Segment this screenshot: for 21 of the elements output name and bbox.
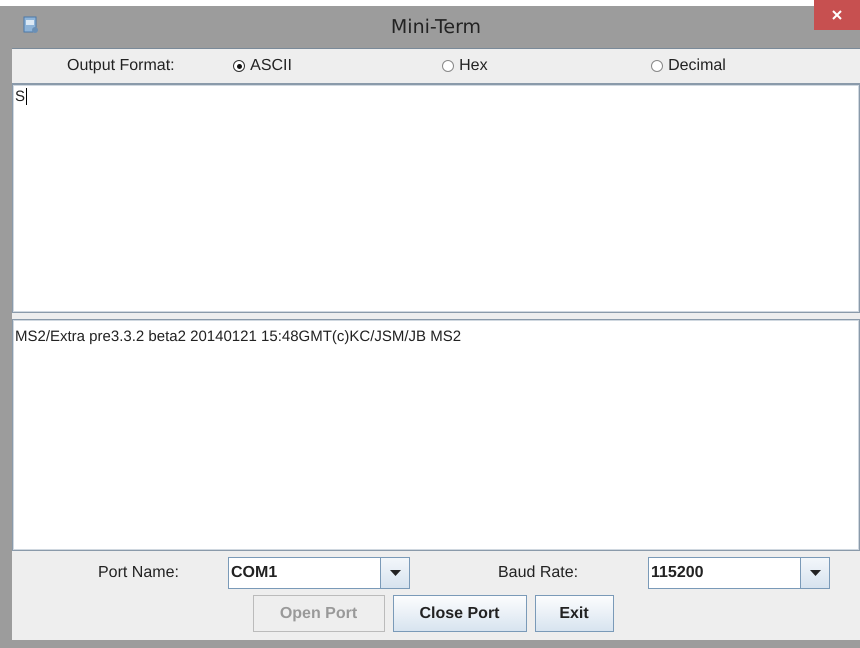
format-radio[interactable]: Hex <box>442 57 652 75</box>
caret-icon <box>390 570 400 576</box>
dialog-button[interactable]: Exit <box>534 595 614 632</box>
caret-icon <box>810 570 820 576</box>
port-name-dropdown[interactable]: COM1 <box>228 557 410 589</box>
format-radio[interactable]: ASCII <box>233 57 442 75</box>
radio-indicator[interactable] <box>233 60 246 72</box>
dialog-button[interactable]: Close Port <box>392 595 526 632</box>
baud-rate-label: Baud Rate: <box>498 564 580 582</box>
input-text-area[interactable]: S <box>12 83 860 313</box>
close-icon <box>832 10 842 20</box>
output-text-area: MS2/Extra pre3.3.2 beta2 20140121 15:48GMT(c)KC/JSM/JB MS2 <box>12 319 860 551</box>
radio-indicator[interactable] <box>651 60 664 72</box>
radio-indicator[interactable] <box>442 60 454 72</box>
format-radio[interactable]: Decimal <box>651 57 860 75</box>
baud-rate-dropdown[interactable]: 115200 <box>648 557 830 589</box>
port-name-label: Port Name: <box>98 564 180 582</box>
output-format-label: Output Format: <box>67 57 176 75</box>
window-title: Mini-Term <box>390 16 482 38</box>
close-button[interactable] <box>814 0 860 30</box>
app-icon <box>22 16 40 34</box>
